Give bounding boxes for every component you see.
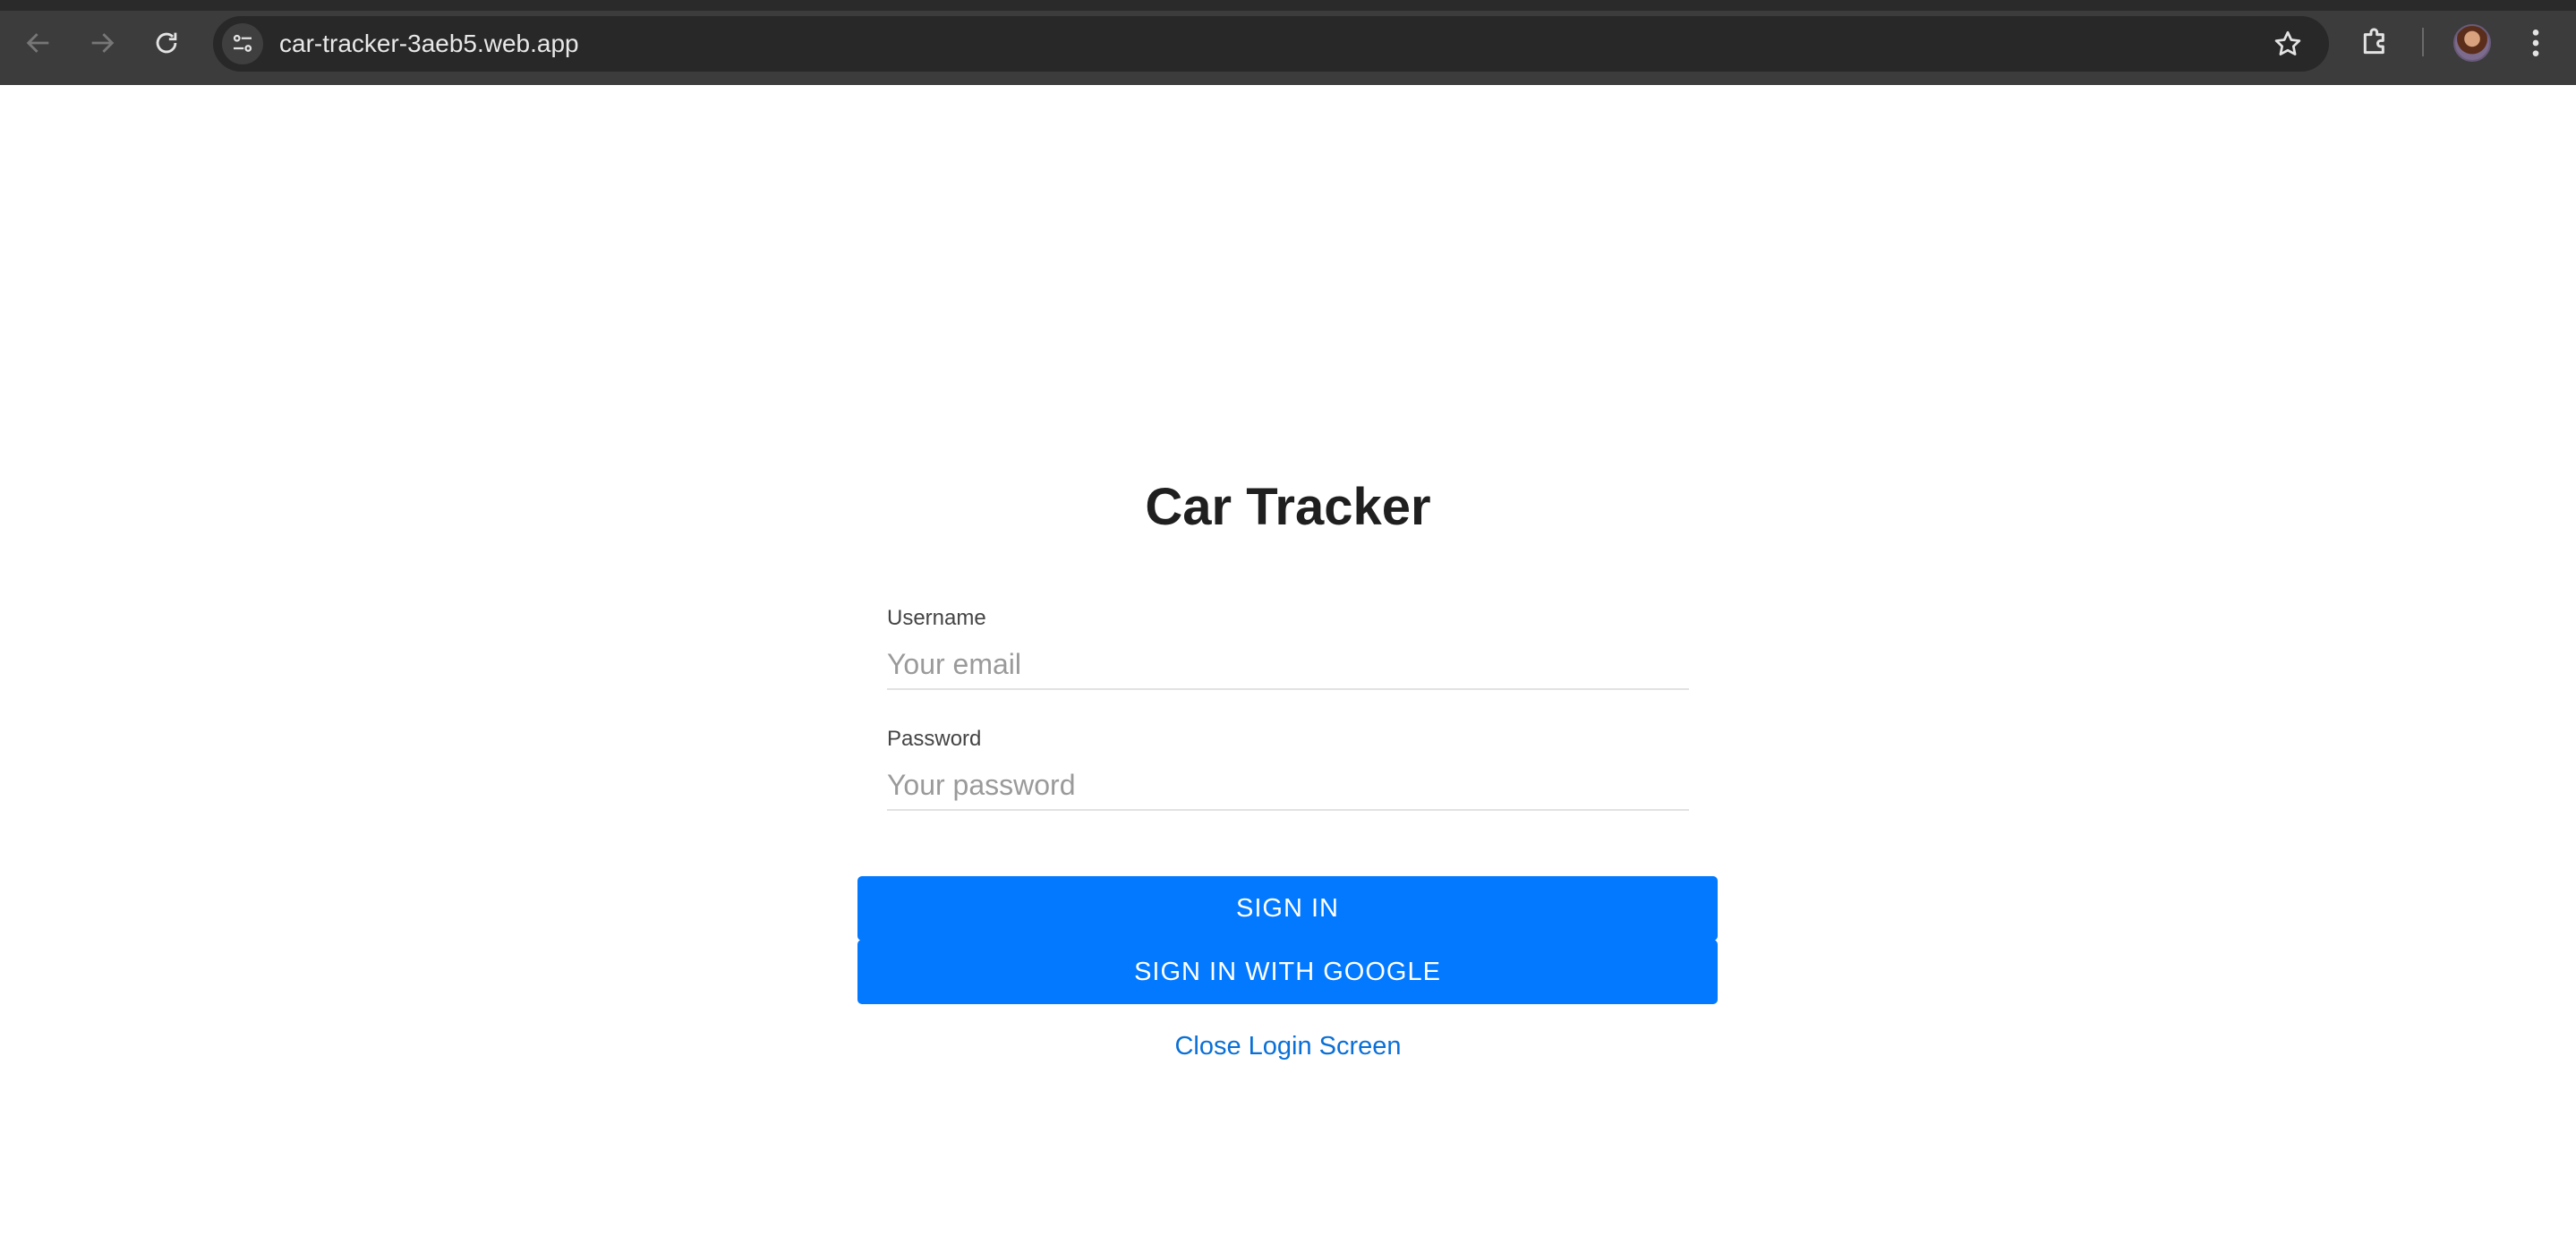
address-bar[interactable]: car-tracker-3aeb5.web.app (213, 16, 2329, 72)
kebab-menu-icon (2532, 30, 2539, 56)
extensions-button[interactable] (2358, 24, 2393, 60)
back-arrow-icon (26, 33, 49, 53)
star-icon (2274, 30, 2301, 55)
username-input[interactable] (887, 640, 1689, 690)
browser-menu-button[interactable] (2522, 25, 2549, 61)
site-info-icon (233, 34, 252, 52)
sign-in-button[interactable]: SIGN IN (857, 876, 1718, 941)
username-label: Username (887, 606, 986, 630)
password-label: Password (887, 727, 982, 751)
bookmark-star-button[interactable] (2272, 28, 2304, 60)
profile-avatar[interactable] (2453, 24, 2491, 62)
toolbar-divider (2422, 28, 2424, 56)
close-login-link-row: Close Login Screen (0, 1032, 2576, 1061)
page-content: Car Tracker Username Password SIGN IN SI… (0, 85, 2576, 1244)
forward-arrow-icon (91, 33, 115, 53)
sign-in-with-google-button[interactable]: SIGN IN WITH GOOGLE (857, 940, 1718, 1004)
puzzle-icon (2363, 28, 2384, 55)
browser-toolbar: car-tracker-3aeb5.web.app (0, 0, 2576, 85)
tab-strip (0, 0, 2576, 11)
password-input[interactable] (887, 761, 1689, 811)
reload-button[interactable] (143, 20, 190, 66)
page-title: Car Tracker (1145, 478, 1431, 536)
site-info-button[interactable] (222, 23, 263, 64)
reload-icon (156, 32, 177, 54)
close-login-link[interactable]: Close Login Screen (1174, 1032, 1401, 1061)
url-text[interactable]: car-tracker-3aeb5.web.app (279, 16, 579, 72)
forward-button[interactable] (79, 20, 125, 66)
back-button[interactable] (15, 20, 62, 66)
